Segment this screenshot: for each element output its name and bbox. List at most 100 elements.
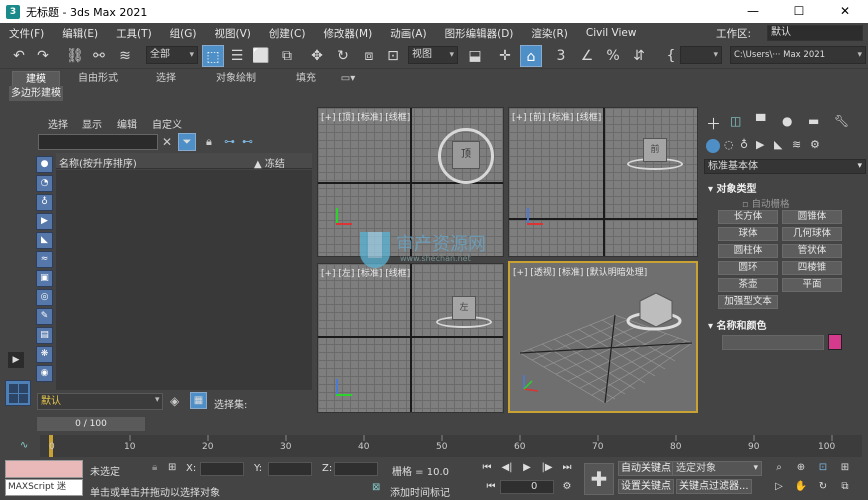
scale-icon[interactable]: ⧈ [358,45,380,67]
explorer-search-input[interactable] [38,134,158,150]
particle-filter-icon[interactable]: ❋ [36,346,53,363]
geometry-filter-icon[interactable]: ● [36,156,53,173]
key-selection-dropdown[interactable]: 选定对象 ▾ [672,461,762,476]
layers-icon[interactable]: ◈ [170,394,179,408]
geosphere-button[interactable]: 几何球体 [782,227,842,241]
tab-object-paint[interactable]: 对象绘制 [206,71,266,86]
rect-selection-icon[interactable]: ⬜ [250,45,272,67]
minimize-button[interactable]: — [730,0,776,23]
explorer-menu-customize[interactable]: 自定义 [152,116,182,131]
viewport-front-label[interactable]: [+] [前] [标准] [线框] [512,110,601,123]
category-dropdown[interactable]: 标准基本体 ▾ [704,159,866,174]
cameras-icon[interactable]: ▶ [756,138,764,151]
viewcube[interactable]: 左 [452,296,476,320]
window-crossing-icon[interactable]: ⧉ [276,45,298,67]
orbit-icon[interactable]: ↻ [816,480,830,494]
place-icon[interactable]: ⊡ [382,45,404,67]
hierarchy-icon[interactable]: ⊶ [224,135,235,148]
select-object-icon[interactable]: ⬚ [202,45,224,67]
maxscript-input[interactable]: MAXScript 迷 [5,479,83,496]
explorer-menu-display[interactable]: 显示 [82,116,102,131]
explorer-menu-edit[interactable]: 编辑 [117,116,137,131]
tab-populate[interactable]: 填充 [286,71,326,86]
object-name-input[interactable] [722,335,824,350]
box-button[interactable]: 长方体 [718,210,778,224]
zoom-icon[interactable]: ⌕ [772,461,786,475]
x-coordinate-field[interactable] [200,462,244,476]
zoom-extents-icon[interactable]: ⊡ [816,461,830,475]
time-slider[interactable]: 0 / 100 [37,417,145,431]
modify-tab-icon[interactable]: ◫ [730,114,741,128]
menu-tools[interactable]: 工具(T) [107,26,161,41]
maximize-viewport-icon[interactable]: ⧉ [838,480,852,494]
pivot-icon[interactable]: ⬓ [464,45,486,67]
object-color-swatch[interactable] [828,334,842,350]
viewport-perspective[interactable]: [+] [透视] [标准] [默认明暗处理] [508,261,698,413]
time-tag-icon[interactable]: ⊠ [372,482,380,493]
prev-frame-icon[interactable]: ◀| [500,461,514,475]
subtab-polygon-modeling[interactable]: 多边形建模 [9,86,63,101]
container-filter-icon[interactable]: ▤ [36,327,53,344]
name-color-header[interactable]: ▾ 名称和颜色 [708,317,767,332]
pyramid-button[interactable]: 四棱锥 [782,261,842,275]
teapot-button[interactable]: 茶壶 [718,278,778,292]
viewport-layout-icon[interactable] [5,380,31,406]
lock-selection-icon[interactable]: 🔒︎ [152,462,157,473]
close-button[interactable]: ✕ [822,0,868,23]
snap-3d-icon[interactable]: 3 [550,45,572,67]
goto-start-icon[interactable]: ⏮ [480,461,494,475]
ribbon-options-icon[interactable]: ▭▾ [338,71,358,86]
cylinder-button[interactable]: 圆柱体 [718,244,778,258]
menu-civil-view[interactable]: Civil View [577,27,646,39]
goto-end-icon[interactable]: ⏭ [560,461,574,475]
menu-views[interactable]: 视图(V) [206,26,260,41]
hierarchy-tab-icon[interactable]: ▀ [756,114,765,128]
maxscript-listener[interactable] [5,460,83,478]
z-coordinate-field[interactable] [334,462,378,476]
key-filters-button[interactable]: 关键点过滤器... [676,479,752,494]
move-icon[interactable]: ✥ [306,45,328,67]
keyboard-shortcut-icon[interactable]: ⌂ [520,45,542,67]
viewcube[interactable]: 顶 [452,141,480,169]
select-by-name-icon[interactable]: ☰ [226,45,248,67]
lights-icon[interactable]: ♁ [740,138,748,151]
next-frame-icon[interactable]: |▶ [540,461,554,475]
create-tab-icon[interactable]: ＋ [706,113,721,134]
cone-button[interactable]: 圆锥体 [782,210,842,224]
spacewarp-filter-icon[interactable]: ≈ [36,251,53,268]
text-plus-button[interactable]: 加强型文本 [718,295,778,309]
viewcube[interactable]: 前 [643,138,667,162]
geometry-icon[interactable] [706,139,720,153]
group-filter-icon[interactable]: ▣ [36,270,53,287]
zoom-extents-all-icon[interactable]: ⊞ [838,461,852,475]
object-type-header[interactable]: ▾ 对象类型 [708,180,757,195]
redo-icon[interactable]: ↷ [32,45,54,67]
xref-filter-icon[interactable]: ◎ [36,289,53,306]
undo-icon[interactable]: ↶ [8,45,30,67]
set-key-button[interactable]: 设置关键点 [618,479,674,494]
menu-modifiers[interactable]: 修改器(M) [314,26,381,41]
autogrid-checkbox[interactable]: ▫ 自动栅格 [742,196,789,210]
fov-icon[interactable]: ▷ [772,480,786,494]
edit-named-sets-icon[interactable]: { [660,45,682,67]
shapes-icon[interactable]: ◌ [724,138,734,151]
explorer-menu-select[interactable]: 选择 [48,116,68,131]
menu-edit[interactable]: 编辑(E) [53,26,107,41]
percent-snap-icon[interactable]: % [602,45,624,67]
named-sets-dropdown[interactable] [680,46,722,64]
column-freeze-header[interactable]: ▲ 冻结 [254,155,285,170]
menu-graph-editors[interactable]: 图形编辑器(D) [436,26,523,41]
tube-button[interactable]: 管状体 [782,244,842,258]
y-coordinate-field[interactable] [268,462,312,476]
zoom-all-icon[interactable]: ⊕ [794,461,808,475]
utilities-tab-icon[interactable]: 🔧︎ [834,114,849,128]
maximize-button[interactable]: ☐ [776,0,822,23]
set-key-big-icon[interactable]: ✚ [584,463,614,495]
select-manipulate-icon[interactable]: ✛ [494,45,516,67]
helper-filter-icon[interactable]: ◣ [36,232,53,249]
menu-create[interactable]: 创建(C) [260,26,315,41]
layer-dropdown-arrow-icon[interactable]: ▾ [155,395,160,405]
selection-filter-dropdown[interactable]: 全部 [146,46,198,64]
bind-spacewarp-icon[interactable]: ≋ [114,45,136,67]
menu-rendering[interactable]: 渲染(R) [522,26,577,41]
